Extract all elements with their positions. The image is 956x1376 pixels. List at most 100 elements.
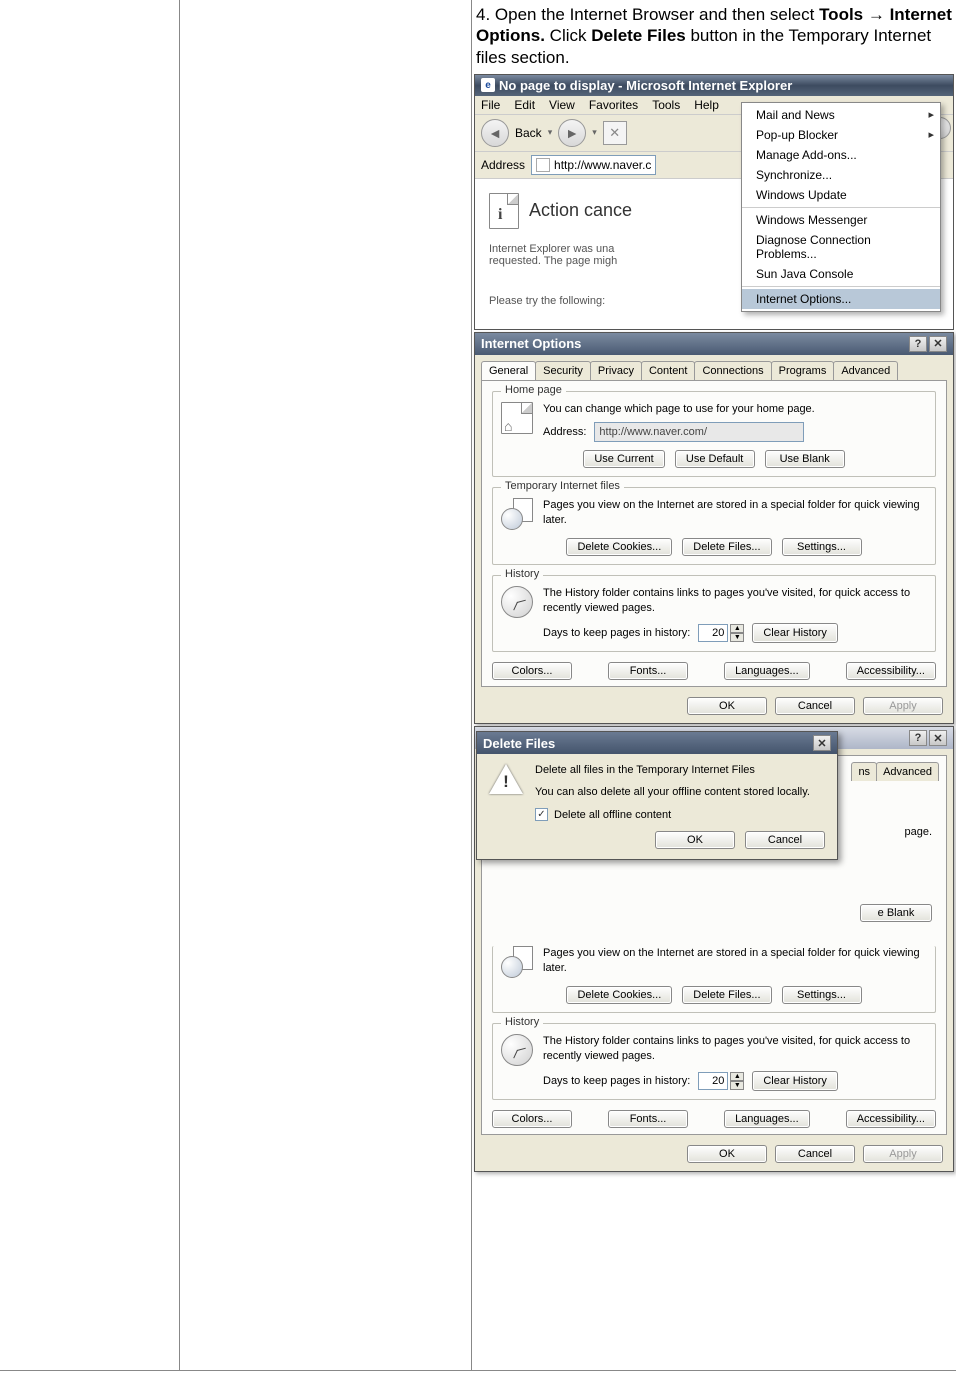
delete-text-1: Delete all files in the Temporary Intern… — [535, 764, 825, 776]
spin-down-icon-2[interactable]: ▼ — [730, 1081, 744, 1090]
days-spinner-2[interactable]: ▲▼ — [730, 1072, 744, 1090]
forward-button-icon[interactable]: ► — [558, 119, 586, 147]
menu-popup-blocker[interactable]: Pop-up Blocker — [742, 125, 940, 145]
fonts-button-2[interactable]: Fonts... — [608, 1110, 688, 1128]
menu-diagnose-connection[interactable]: Diagnose Connection Problems... — [742, 230, 940, 264]
spin-down-icon[interactable]: ▼ — [730, 633, 744, 642]
internet-options-dialog: Internet Options ? ✕ General Security Pr… — [474, 332, 954, 724]
menu-internet-options[interactable]: Internet Options... — [742, 289, 940, 309]
partial-tab-ns[interactable]: ns — [851, 762, 877, 781]
address-value: http://www.naver.c — [554, 158, 651, 172]
use-default-button[interactable]: Use Default — [675, 450, 755, 468]
history-fieldset: History The History folder contains link… — [492, 575, 936, 652]
cancel-button-2[interactable]: Cancel — [775, 1145, 855, 1163]
menu-tools[interactable]: Tools — [652, 98, 680, 112]
general-panel-2: ns Advanced Delete Files ✕ Delete all fi… — [481, 755, 947, 1135]
apply-button-2[interactable]: Apply — [863, 1145, 943, 1163]
days-label-2: Days to keep pages in history: — [543, 1074, 690, 1088]
instruction-part1: Open the Internet Browser and then selec… — [490, 5, 819, 24]
dialog-titlebar: Internet Options ? ✕ — [475, 333, 953, 355]
fonts-button[interactable]: Fonts... — [608, 662, 688, 680]
cancel-button[interactable]: Cancel — [775, 697, 855, 715]
window-titlebar: e No page to display - Microsoft Interne… — [475, 75, 953, 96]
menu-manage-addons[interactable]: Manage Add-ons... — [742, 145, 940, 165]
days-spinner[interactable]: ▲▼ — [730, 624, 744, 642]
tab-privacy[interactable]: Privacy — [590, 361, 642, 380]
delete-close-icon[interactable]: ✕ — [813, 735, 831, 751]
clear-history-button[interactable]: Clear History — [752, 623, 838, 643]
back-dropdown[interactable]: ▾ — [548, 127, 553, 138]
spin-up-icon[interactable]: ▲ — [730, 624, 744, 633]
days-input-2[interactable]: 20 — [698, 1072, 728, 1090]
delete-offline-checkbox[interactable]: ✓ — [535, 808, 548, 821]
tab-programs[interactable]: Programs — [771, 361, 835, 380]
history-clock-icon — [501, 586, 533, 618]
address-input[interactable]: http://www.naver.c — [531, 155, 656, 175]
stop-button-icon[interactable]: ✕ — [603, 121, 627, 145]
temp-files-fieldset: Temporary Internet files Pages you view … — [492, 487, 936, 565]
tab-security[interactable]: Security — [535, 361, 591, 380]
clear-history-button-2[interactable]: Clear History — [752, 1071, 838, 1091]
homepage-address-input[interactable]: http://www.naver.com/ — [594, 422, 804, 442]
menu-view[interactable]: View — [549, 98, 575, 112]
delete-dialog-title: Delete Files — [483, 736, 555, 751]
temp-files-icon — [501, 498, 533, 530]
apply-button[interactable]: Apply — [863, 697, 943, 715]
table-left-column — [0, 0, 180, 1370]
homepage-text: You can change which page to use for you… — [543, 402, 927, 416]
menu-windows-messenger[interactable]: Windows Messenger — [742, 210, 940, 230]
history-clock-icon-2 — [501, 1034, 533, 1066]
days-input[interactable]: 20 — [698, 624, 728, 642]
use-current-button[interactable]: Use Current — [583, 450, 664, 468]
delete-ok-button[interactable]: OK — [655, 831, 735, 849]
menu-favorites[interactable]: Favorites — [589, 98, 638, 112]
delete-cookies-button[interactable]: Delete Cookies... — [566, 538, 672, 556]
tab-general[interactable]: General — [481, 361, 536, 380]
ok-button[interactable]: OK — [687, 697, 767, 715]
colors-button-2[interactable]: Colors... — [492, 1110, 572, 1128]
dialog-title: Internet Options — [481, 336, 581, 351]
menu-edit[interactable]: Edit — [514, 98, 535, 112]
menu-file[interactable]: File — [481, 98, 500, 112]
menu-help[interactable]: Help — [694, 98, 719, 112]
ok-button-2[interactable]: OK — [687, 1145, 767, 1163]
menu-mail-news[interactable]: Mail and News — [742, 105, 940, 125]
help-button-icon-2[interactable]: ? — [909, 730, 927, 746]
tab-advanced[interactable]: Advanced — [833, 361, 898, 380]
menu-windows-update[interactable]: Windows Update — [742, 185, 940, 205]
languages-button[interactable]: Languages... — [724, 662, 810, 680]
history-fieldset-2: History The History folder contains link… — [492, 1023, 936, 1100]
instruction-mid: Click — [545, 26, 591, 45]
tab-connections[interactable]: Connections — [694, 361, 771, 380]
partial-blank-button[interactable]: e Blank — [860, 904, 932, 922]
partial-tab-advanced[interactable]: Advanced — [876, 762, 939, 781]
forward-dropdown[interactable]: ▾ — [592, 127, 597, 138]
internet-options-dialog-2: Internet Options ? ✕ ns Advanced Delete … — [474, 726, 954, 1172]
delete-cancel-button[interactable]: Cancel — [745, 831, 825, 849]
spin-up-icon-2[interactable]: ▲ — [730, 1072, 744, 1081]
accessibility-button[interactable]: Accessibility... — [846, 662, 936, 680]
close-button-icon[interactable]: ✕ — [929, 336, 947, 352]
close-button-icon-2[interactable]: ✕ — [929, 730, 947, 746]
menu-sun-java-console[interactable]: Sun Java Console — [742, 264, 940, 284]
languages-button-2[interactable]: Languages... — [724, 1110, 810, 1128]
settings-button[interactable]: Settings... — [782, 538, 862, 556]
help-button-icon[interactable]: ? — [909, 336, 927, 352]
ie-logo-icon: e — [481, 78, 495, 92]
tab-content[interactable]: Content — [641, 361, 696, 380]
settings-button-2[interactable]: Settings... — [782, 986, 862, 1004]
menu-synchronize[interactable]: Synchronize... — [742, 165, 940, 185]
tab-strip: General Security Privacy Content Connect… — [475, 355, 953, 380]
delete-files-button-2[interactable]: Delete Files... — [682, 986, 771, 1004]
step-number: 4. — [476, 5, 490, 24]
colors-button[interactable]: Colors... — [492, 662, 572, 680]
delete-files-button[interactable]: Delete Files... — [682, 538, 771, 556]
use-blank-button[interactable]: Use Blank — [765, 450, 845, 468]
partial-page-text: page. — [904, 826, 932, 838]
accessibility-button-2[interactable]: Accessibility... — [846, 1110, 936, 1128]
table-middle-column — [180, 0, 472, 1370]
delete-cookies-button-2[interactable]: Delete Cookies... — [566, 986, 672, 1004]
back-button-icon[interactable]: ◄ — [481, 119, 509, 147]
history-text-2: The History folder contains links to pag… — [543, 1034, 927, 1063]
homepage-address-label: Address: — [543, 425, 586, 439]
